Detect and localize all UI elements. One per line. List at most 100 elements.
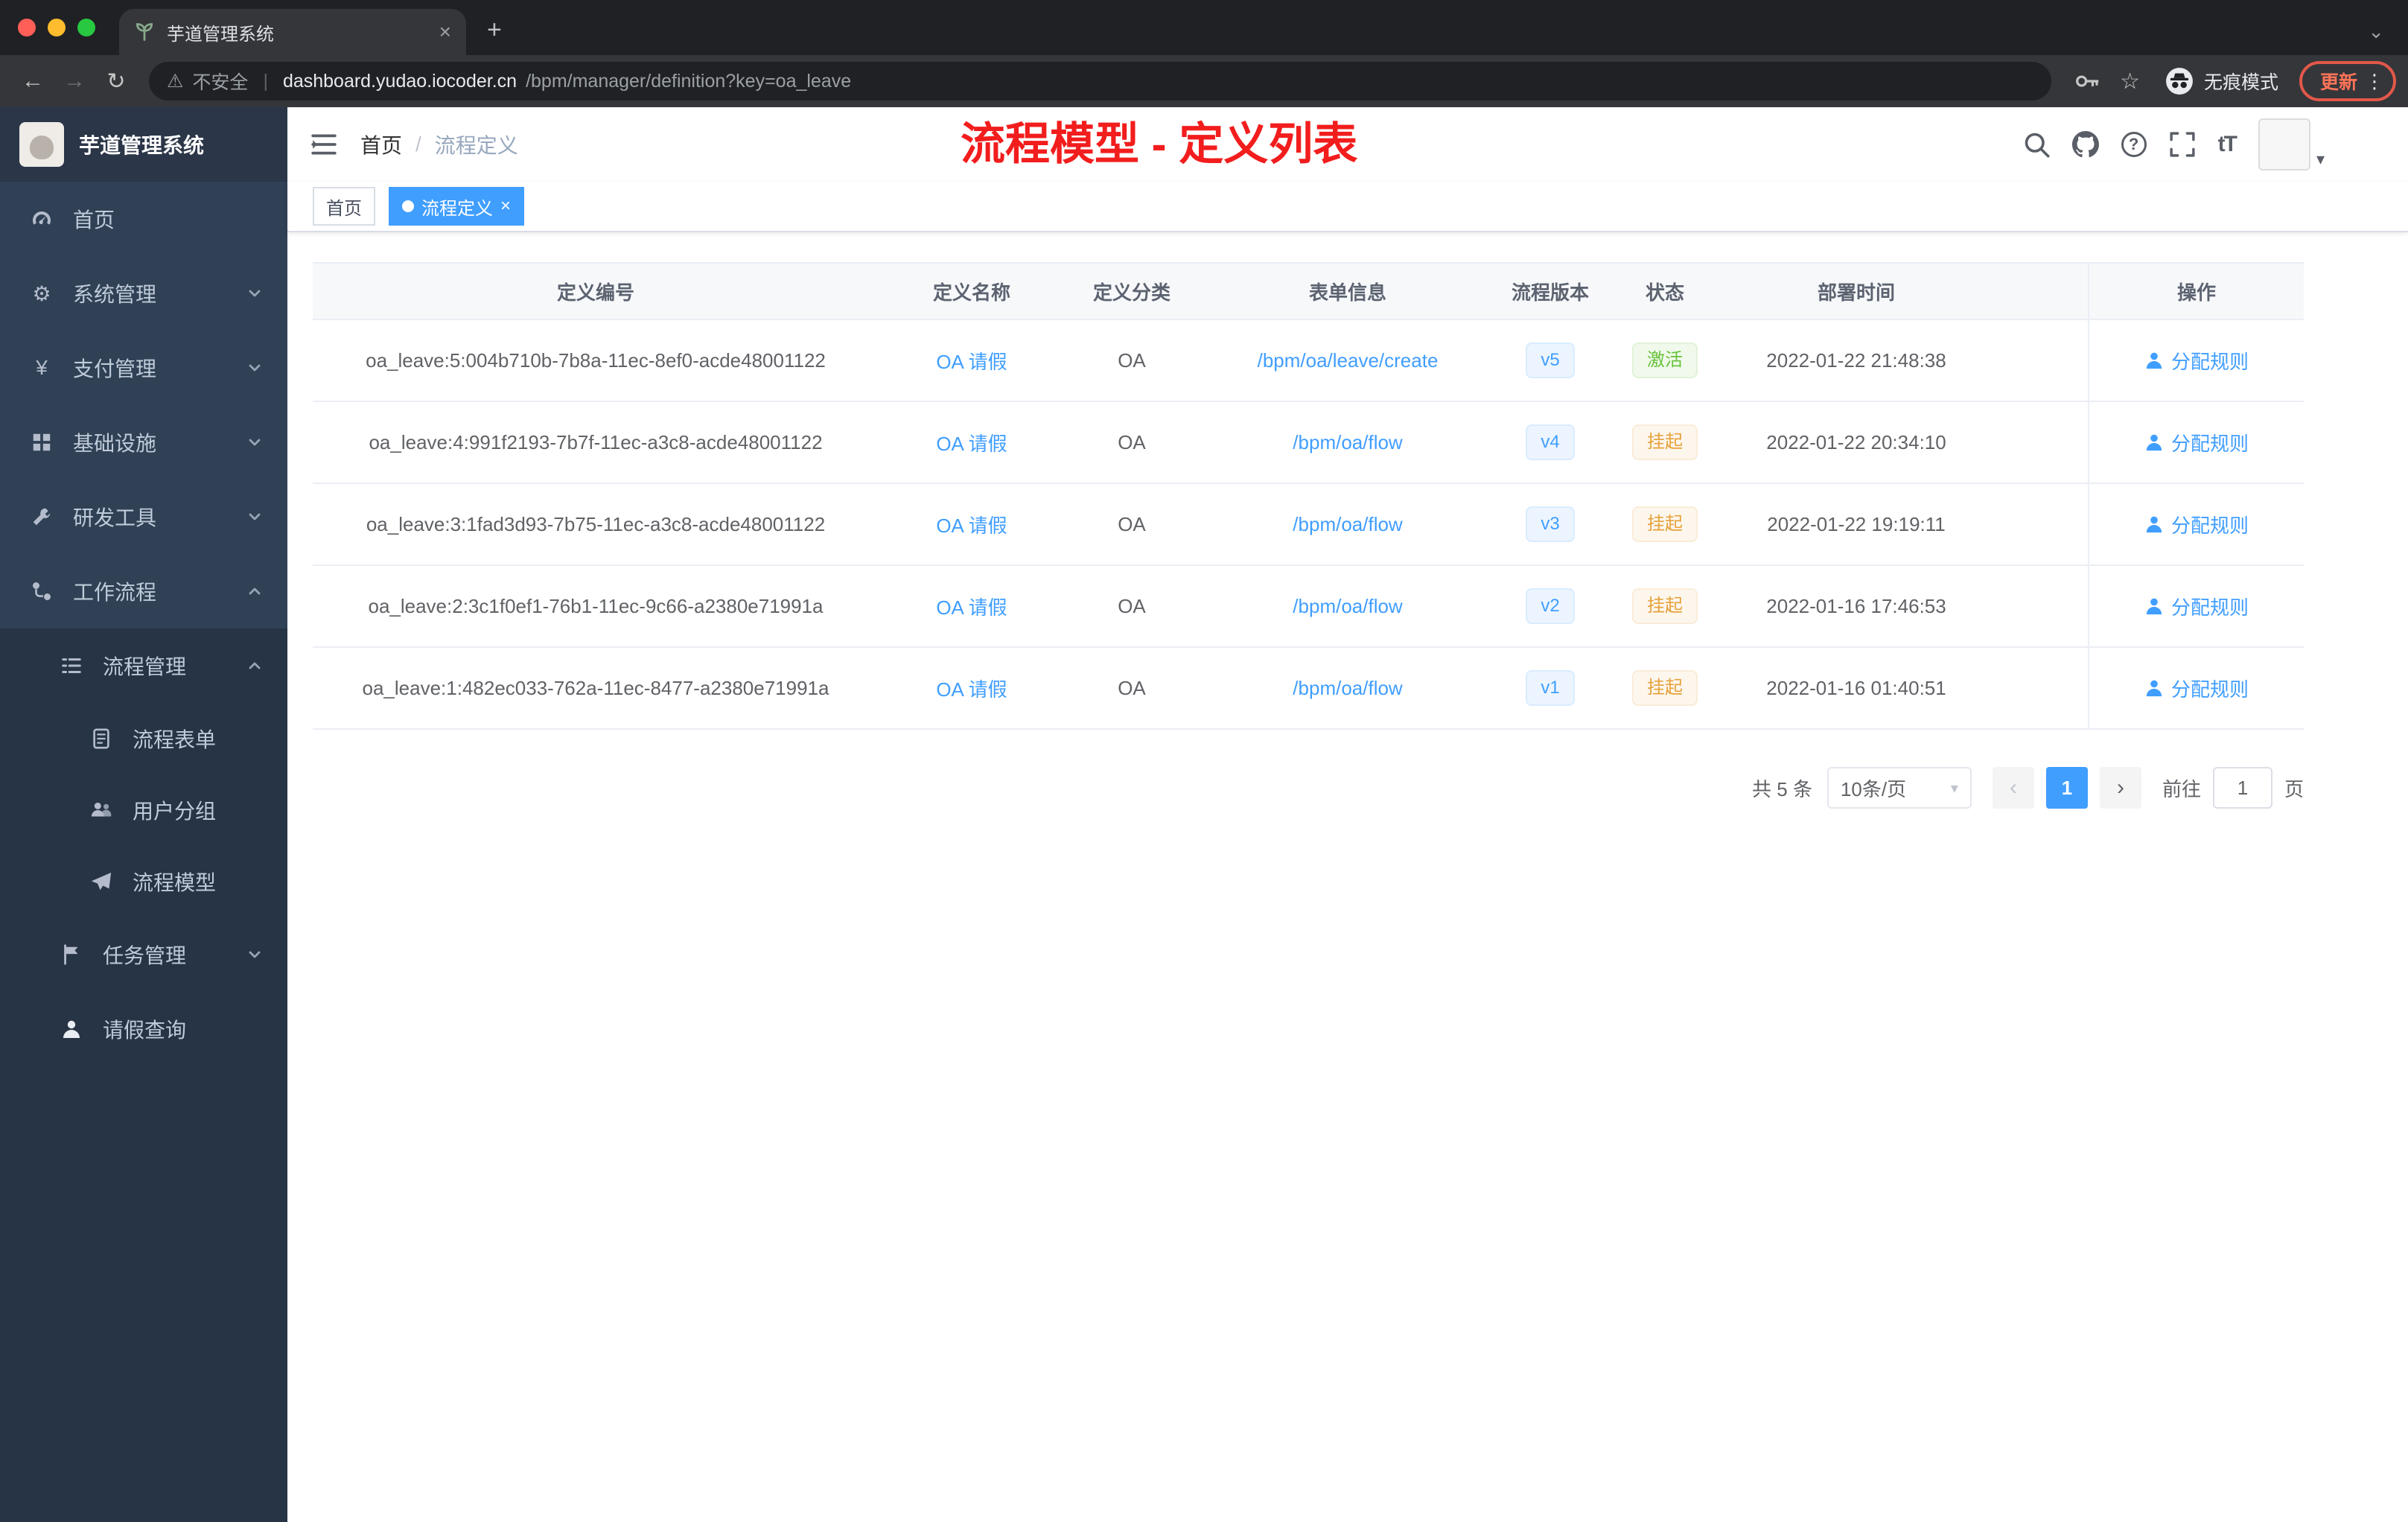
assign-rule-button[interactable]: 分配规则 xyxy=(2144,675,2249,702)
deploy-time: 2022-01-16 17:46:53 xyxy=(1766,594,1946,617)
search-icon[interactable] xyxy=(2023,131,2050,158)
bookmark-star-icon[interactable]: ☆ xyxy=(2120,69,2140,95)
sidebar-item-devtools[interactable]: 研发工具 xyxy=(0,480,287,554)
sidebar-item-home[interactable]: 首页 xyxy=(0,182,287,256)
goto-page-input[interactable] xyxy=(2212,767,2272,809)
col-header: 流程版本 xyxy=(1511,281,1589,304)
col-header: 部署时间 xyxy=(1817,281,1895,304)
help-icon[interactable]: ? xyxy=(2121,132,2147,157)
window-zoom-button[interactable] xyxy=(77,19,95,36)
list-icon xyxy=(60,654,83,678)
form-link[interactable]: /bpm/oa/flow xyxy=(1293,513,1402,536)
reload-icon[interactable]: ↻ xyxy=(95,60,137,102)
window-close-button[interactable] xyxy=(18,19,36,36)
yen-icon: ¥ xyxy=(36,356,48,379)
col-header: 定义名称 xyxy=(932,281,1010,304)
sidebar-item-infrastructure[interactable]: 基础设施 xyxy=(0,405,287,480)
assign-rule-button[interactable]: 分配规则 xyxy=(2144,429,2249,456)
fullscreen-icon[interactable] xyxy=(2169,131,2196,158)
definition-category: OA xyxy=(1118,676,1146,699)
gear-icon: ⚙ xyxy=(32,281,51,305)
new-tab-button[interactable]: + xyxy=(487,16,502,45)
sidebar-item-label: 流程模型 xyxy=(133,871,217,894)
hamburger-icon[interactable] xyxy=(287,107,360,182)
form-link[interactable]: /bpm/oa/leave/create xyxy=(1258,349,1439,372)
page-size-select[interactable]: 10条/页 ▾ xyxy=(1826,767,1972,809)
sidebar-item-label: 首页 xyxy=(73,208,115,232)
sidebar-item-leave-query[interactable]: 请假查询 xyxy=(0,992,287,1066)
definition-name-link[interactable]: OA 请假 xyxy=(936,511,1007,538)
sidebar-item-user-group[interactable]: 用户分组 xyxy=(0,774,287,846)
avatar-caret-icon[interactable]: ▾ xyxy=(2316,150,2325,169)
form-link[interactable]: /bpm/oa/flow xyxy=(1293,431,1402,454)
tab-close-icon[interactable]: × xyxy=(439,20,451,44)
version-tag: v3 xyxy=(1526,506,1575,542)
version-tag: v4 xyxy=(1526,424,1575,460)
security-label[interactable]: 不安全 xyxy=(192,68,248,95)
browser-tab[interactable]: 芋道管理系统 × xyxy=(119,9,466,55)
definition-name-link[interactable]: OA 请假 xyxy=(936,593,1007,620)
update-label[interactable]: 更新 xyxy=(2320,68,2357,95)
sidebar-item-system[interactable]: ⚙ 系统管理 xyxy=(0,256,287,331)
definition-name-link[interactable]: OA 请假 xyxy=(936,429,1007,456)
user-icon xyxy=(60,1017,83,1041)
tag-process-definition[interactable]: 流程定义 × xyxy=(389,187,525,226)
deploy-time: 2022-01-16 01:40:51 xyxy=(1766,676,1946,699)
definition-name-link[interactable]: OA 请假 xyxy=(936,675,1007,702)
annotation-title: 流程模型 - 定义列表 xyxy=(961,119,1358,169)
table-row: oa_leave:5:004b710b-7b8a-11ec-8ef0-acde4… xyxy=(313,320,2304,402)
workflow-submenu: 流程管理 流程表单 用户分组 流程模型 任务管理 请假查询 xyxy=(0,628,287,1066)
incognito-icon xyxy=(2165,67,2194,95)
sidebar-item-task-management[interactable]: 任务管理 xyxy=(0,917,287,992)
url-path: /bpm/manager/definition?key=oa_leave xyxy=(526,70,852,92)
table-row: oa_leave:1:482ec033-762a-11ec-8477-a2380… xyxy=(313,648,2304,730)
current-page-button[interactable]: 1 xyxy=(2045,767,2088,809)
sidebar-filler xyxy=(0,1066,287,1522)
assign-rule-button[interactable]: 分配规则 xyxy=(2144,347,2249,375)
main-area: 首页 / 流程定义 流程模型 - 定义列表 ? tT ▾ 首页 流程定义 × 定… xyxy=(287,107,2408,1522)
page-unit-label: 页 xyxy=(2284,777,2304,800)
chevron-down-icon xyxy=(249,513,261,520)
security-warning-icon: ⚠ xyxy=(167,71,184,92)
sidebar-logo[interactable]: 芋道管理系统 xyxy=(0,107,287,182)
sidebar-item-process-management[interactable]: 流程管理 xyxy=(0,628,287,703)
definition-name-link[interactable]: OA 请假 xyxy=(936,347,1007,375)
sidebar-item-payment[interactable]: ¥ 支付管理 xyxy=(0,331,287,405)
browser-menu-icon[interactable]: ⋮ xyxy=(2365,70,2384,93)
status-badge: 挂起 xyxy=(1632,506,1698,542)
breadcrumb-home[interactable]: 首页 xyxy=(360,130,402,159)
assign-rule-button[interactable]: 分配规则 xyxy=(2144,511,2249,538)
tag-home[interactable]: 首页 xyxy=(313,187,375,226)
next-page-button[interactable]: › xyxy=(2099,767,2141,809)
deploy-time: 2022-01-22 19:19:11 xyxy=(1767,512,1946,535)
user-icon xyxy=(2146,434,2162,451)
password-key-icon[interactable] xyxy=(2074,69,2099,94)
user-avatar[interactable]: ▾ xyxy=(2258,118,2325,171)
chevron-up-icon xyxy=(249,662,261,669)
sidebar-item-process-form[interactable]: 流程表单 xyxy=(0,703,287,774)
sidebar: 芋道管理系统 首页 ⚙ 系统管理 ¥ 支付管理 基础设施 研发工具 工作流程 流… xyxy=(0,107,287,1522)
window-minimize-button[interactable] xyxy=(48,19,66,36)
chrome-update-button[interactable]: 更新 ⋮ xyxy=(2299,61,2396,101)
definition-table: 定义编号 定义名称 定义分类 表单信息 流程版本 状态 部署时间 操作 oa_l… xyxy=(313,262,2304,730)
font-size-icon[interactable]: tT xyxy=(2218,132,2237,157)
tab-search-icon[interactable]: ⌄ xyxy=(2368,20,2384,43)
sidebar-item-process-model[interactable]: 流程模型 xyxy=(0,846,287,917)
github-icon[interactable] xyxy=(2071,131,2099,158)
breadcrumb-current: 流程定义 xyxy=(434,134,518,157)
table-row: oa_leave:2:3c1f0ef1-76b1-11ec-9c66-a2380… xyxy=(313,566,2304,648)
chevron-down-icon xyxy=(249,439,261,446)
version-tag: v1 xyxy=(1526,670,1575,706)
sidebar-item-label: 流程管理 xyxy=(103,655,187,678)
form-link[interactable]: /bpm/oa/flow xyxy=(1293,595,1402,618)
window-controls[interactable] xyxy=(0,0,119,55)
assign-rule-button[interactable]: 分配规则 xyxy=(2144,593,2249,620)
sidebar-item-workflow[interactable]: 工作流程 xyxy=(0,554,287,628)
form-link[interactable]: /bpm/oa/flow xyxy=(1293,677,1402,700)
back-icon[interactable]: ← xyxy=(12,60,54,102)
tag-close-icon[interactable]: × xyxy=(500,196,511,217)
sidebar-item-label: 工作流程 xyxy=(73,581,157,604)
avatar-image[interactable] xyxy=(2258,118,2310,171)
address-bar[interactable]: ⚠ 不安全 | dashboard.yudao.iocoder.cn/bpm/m… xyxy=(149,62,2052,101)
definition-id: oa_leave:5:004b710b-7b8a-11ec-8ef0-acde4… xyxy=(366,348,826,372)
